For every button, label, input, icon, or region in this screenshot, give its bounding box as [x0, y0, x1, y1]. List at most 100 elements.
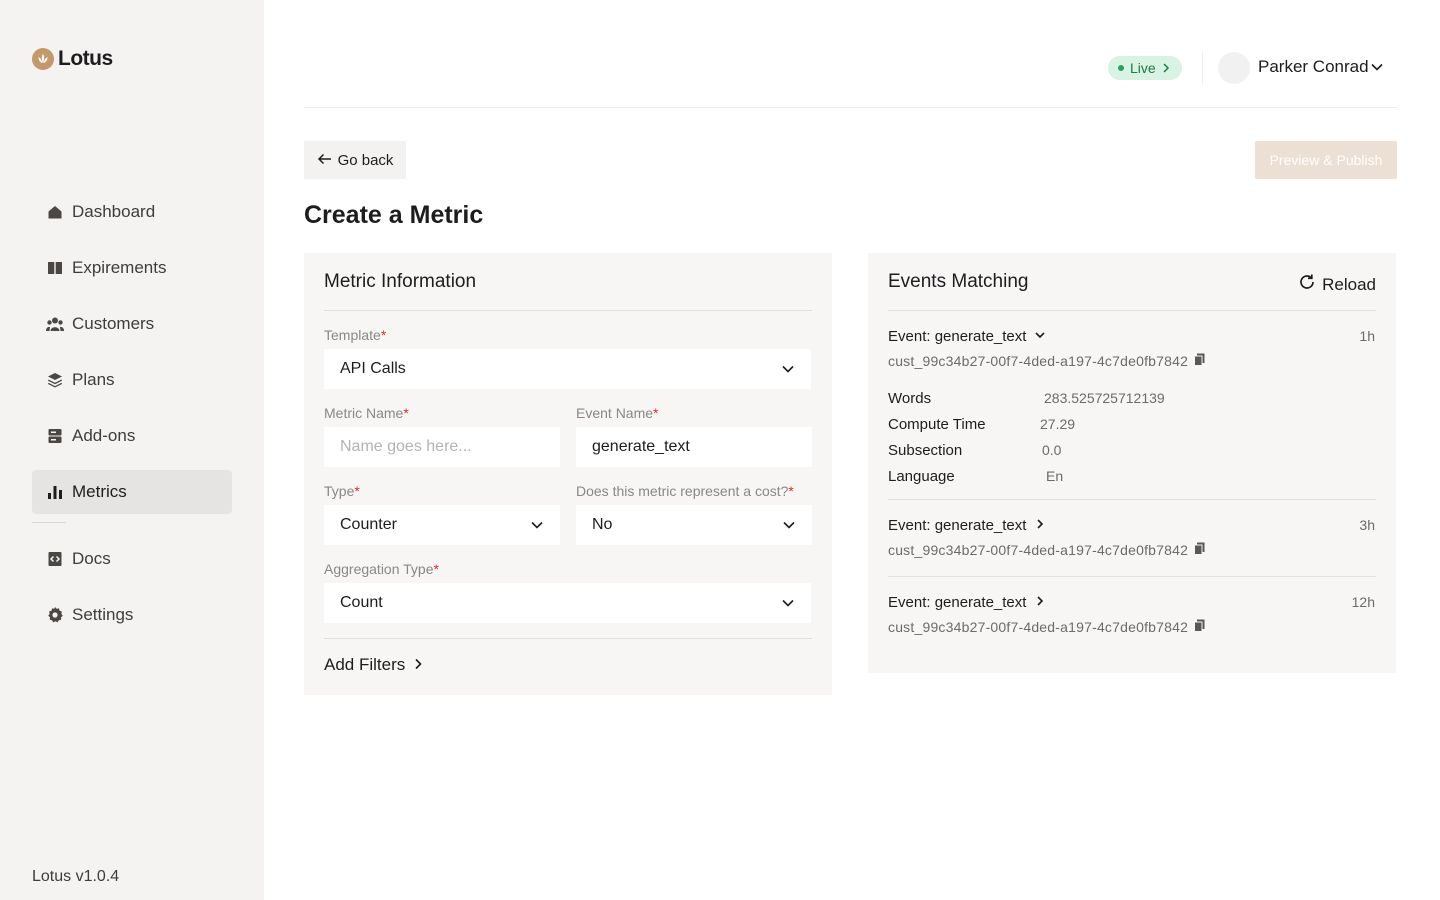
sidebar-item-plans[interactable]: Plans — [32, 358, 232, 402]
logo[interactable]: Lotus — [32, 47, 113, 71]
event-name-input[interactable]: generate_text — [576, 427, 812, 467]
layers-icon — [46, 371, 64, 389]
chevron-down-icon — [781, 596, 795, 615]
events-matching-card: Events Matching Reload Event: generate_t… — [868, 253, 1396, 673]
event-customer: cust_99c34b27-00f7-4ded-a197-4c7de0fb784… — [888, 351, 1376, 371]
divider — [888, 310, 1376, 311]
event-item: Event: generate_text 3h cust_99c34b27-00… — [888, 515, 1376, 560]
go-back-label: Go back — [337, 151, 394, 169]
event-name: Event: generate_text — [888, 593, 1027, 611]
divider — [324, 638, 812, 639]
preview-publish-button[interactable]: Preview & Publish — [1255, 141, 1397, 179]
copy-icon[interactable] — [1194, 353, 1205, 369]
card-title: Events Matching — [888, 271, 1029, 292]
environment-label: Live — [1130, 60, 1156, 76]
sidebar-item-label: Settings — [72, 605, 134, 624]
is-cost-value: No — [592, 516, 613, 533]
aggregation-value: Count — [340, 594, 383, 611]
reload-label: Reload — [1322, 274, 1376, 294]
is-cost-label: Does this metric represent a cost?* — [576, 483, 794, 499]
sidebar-item-label: Expirements — [72, 258, 167, 277]
event-toggle[interactable]: Event: generate_text — [888, 592, 1376, 612]
lotus-logo-icon — [32, 48, 54, 70]
event-time: 1h — [1359, 328, 1375, 344]
aggregation-select[interactable]: Count — [324, 583, 811, 623]
event-toggle[interactable]: Event: generate_text — [888, 515, 1376, 535]
arrow-left-icon — [317, 152, 332, 169]
metric-name-input[interactable]: Name goes here... — [324, 427, 560, 467]
bar-chart-icon — [46, 483, 64, 501]
top-header: Live Parker Conrad — [304, 0, 1397, 108]
sidebar-item-settings[interactable]: Settings — [32, 593, 232, 637]
sidebar: Lotus Dashboard Expirements Customers Pl… — [0, 0, 264, 900]
metric-name-placeholder: Name goes here... — [340, 438, 472, 455]
sidebar-item-expirements[interactable]: Expirements — [32, 246, 232, 290]
aggregation-label: Aggregation Type* — [324, 561, 439, 577]
sidebar-item-add-ons[interactable]: Add-ons — [32, 414, 232, 458]
event-time: 3h — [1359, 517, 1375, 533]
property-key: Compute Time — [888, 415, 986, 433]
chevron-down-icon — [782, 518, 796, 537]
customer-id: cust_99c34b27-00f7-4ded-a197-4c7de0fb784… — [888, 542, 1189, 558]
event-properties: Words 283.525725712139 Compute Time 27.2… — [888, 385, 1376, 489]
property-key: Subsection — [888, 441, 963, 459]
template-select[interactable]: API Calls — [324, 349, 811, 389]
event-customer: cust_99c34b27-00f7-4ded-a197-4c7de0fb784… — [888, 540, 1376, 560]
users-icon — [46, 315, 64, 333]
property-key: Words — [888, 389, 932, 407]
avatar[interactable] — [1218, 52, 1250, 84]
environment-badge[interactable]: Live — [1108, 56, 1182, 80]
sidebar-item-customers[interactable]: Customers — [32, 302, 232, 346]
copy-icon[interactable] — [1194, 542, 1205, 558]
sidebar-item-label: Plans — [72, 370, 115, 389]
page-title: Create a Metric — [304, 201, 484, 229]
event-name: Event: generate_text — [888, 327, 1027, 345]
event-toggle[interactable]: Event: generate_text — [888, 326, 1376, 346]
event-name-value: generate_text — [592, 438, 690, 455]
metric-name-label: Metric Name* — [324, 405, 409, 421]
divider — [888, 499, 1376, 500]
event-name-label: Event Name* — [576, 405, 659, 421]
sidebar-item-metrics[interactable]: Metrics — [32, 470, 232, 514]
sidebar-item-label: Customers — [72, 314, 155, 333]
app-version: Lotus v1.0.4 — [32, 868, 120, 885]
sidebar-item-label: Add-ons — [72, 426, 136, 445]
chevron-down-icon — [1034, 328, 1046, 345]
sidebar-nav: Dashboard Expirements Customers Plans Ad… — [32, 190, 232, 649]
type-select[interactable]: Counter — [324, 505, 560, 545]
home-icon — [46, 203, 64, 221]
card-title: Metric Information — [324, 271, 477, 292]
sidebar-divider — [32, 522, 66, 523]
divider — [888, 576, 1376, 577]
chevron-right-icon — [1162, 60, 1170, 76]
customer-id: cust_99c34b27-00f7-4ded-a197-4c7de0fb784… — [888, 353, 1189, 369]
book-icon — [46, 259, 64, 277]
add-filters-label: Add Filters — [324, 655, 406, 674]
event-item: Event: generate_text 12h cust_99c34b27-0… — [888, 592, 1376, 637]
event-name: Event: generate_text — [888, 516, 1027, 534]
reload-icon — [1298, 273, 1316, 296]
chevron-down-icon[interactable] — [1370, 60, 1384, 79]
sidebar-item-label: Docs — [72, 549, 111, 568]
sidebar-item-dashboard[interactable]: Dashboard — [32, 190, 232, 234]
status-dot-icon — [1118, 65, 1124, 71]
header-divider — [1202, 52, 1203, 84]
metric-information-card: Metric Information Template* API Calls M… — [304, 253, 832, 695]
is-cost-select[interactable]: No — [576, 505, 812, 545]
copy-icon[interactable] — [1194, 619, 1205, 635]
property-row: Subsection 0.0 — [888, 437, 1376, 463]
add-filters-button[interactable]: Add Filters — [324, 655, 423, 675]
chevron-right-icon — [413, 655, 423, 675]
go-back-button[interactable]: Go back — [304, 141, 406, 179]
property-row: Compute Time 27.29 — [888, 411, 1376, 437]
type-value: Counter — [340, 516, 397, 533]
property-row: Language En — [888, 463, 1376, 489]
app-name: Lotus — [58, 47, 113, 70]
divider — [324, 310, 812, 311]
user-name[interactable]: Parker Conrad — [1258, 57, 1369, 77]
reload-button[interactable]: Reload — [1298, 273, 1376, 296]
property-value: 283.525725712139 — [1044, 390, 1165, 406]
sidebar-item-docs[interactable]: Docs — [32, 537, 232, 581]
template-value: API Calls — [340, 360, 406, 377]
property-value: 0.0 — [1042, 442, 1062, 458]
